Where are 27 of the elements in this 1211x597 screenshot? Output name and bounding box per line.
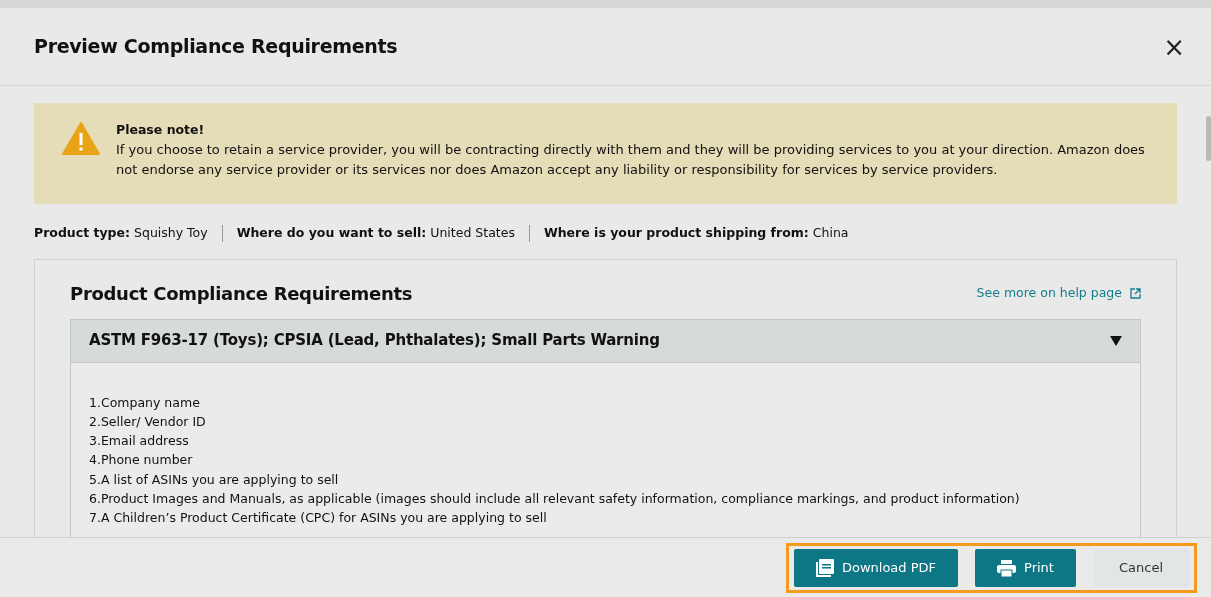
notice-title: Please note!	[116, 121, 206, 139]
printer-icon	[997, 559, 1017, 577]
accordion-title: ASTM F963-17 (Toys); CPSIA (Lead, Phthalates); Small Parts Warning	[89, 330, 660, 352]
requirement-item: 5.A list of ASINs you are applying to sell	[89, 470, 340, 489]
help-link[interactable]: See more on help page	[976, 283, 1141, 303]
notice-text: If you choose to retain a service provider, you will be contracting directly with them and they will be providing services to you at your direction. Amazon does not endorse any service provider or its services nor does Amazon accept any liability or responsibility for services by service providers.	[116, 140, 1146, 179]
accordion-header[interactable]: ASTM F963-17 (Toys); CPSIA (Lead, Phthalates); Small Parts Warning	[71, 319, 1140, 362]
scrollbar-thumb[interactable]	[1206, 116, 1211, 161]
external-link-icon	[1130, 287, 1141, 299]
requirement-item: 3.Email address	[89, 432, 190, 451]
close-button[interactable]: ×	[1159, 33, 1189, 60]
requirement-item: 2.Seller/ Vendor ID	[89, 412, 207, 431]
filter-text: Where do you want to sell: United States	[236, 223, 515, 242]
download-pdf-button[interactable]: Download PDF	[793, 549, 959, 587]
pdf-icon	[815, 559, 834, 577]
section-title: Product Compliance Requirements	[70, 281, 413, 306]
filter-text: Where is your product shipping from: China	[543, 223, 849, 242]
filter-text: Product type: Squishy Toy	[34, 223, 208, 242]
dialog-title: Preview Compliance Requirements	[34, 34, 398, 60]
requirement-item: 4.Phone number	[89, 451, 194, 470]
requirement-item: 7.A Children’s Product Certificate (CPC) for ASINs you are applying to sell	[89, 509, 548, 528]
cancel-button[interactable]: Cancel	[1092, 549, 1189, 587]
print-button[interactable]: Print	[975, 549, 1076, 587]
caret-icon	[1110, 335, 1122, 346]
warning-icon	[62, 122, 100, 155]
requirement-item: 1.Company name	[89, 393, 201, 412]
requirement-item: 6.Product Images and Manuals, as applicable (images should include all relevant safety information, compliance markings, and product information)	[89, 490, 1021, 508]
